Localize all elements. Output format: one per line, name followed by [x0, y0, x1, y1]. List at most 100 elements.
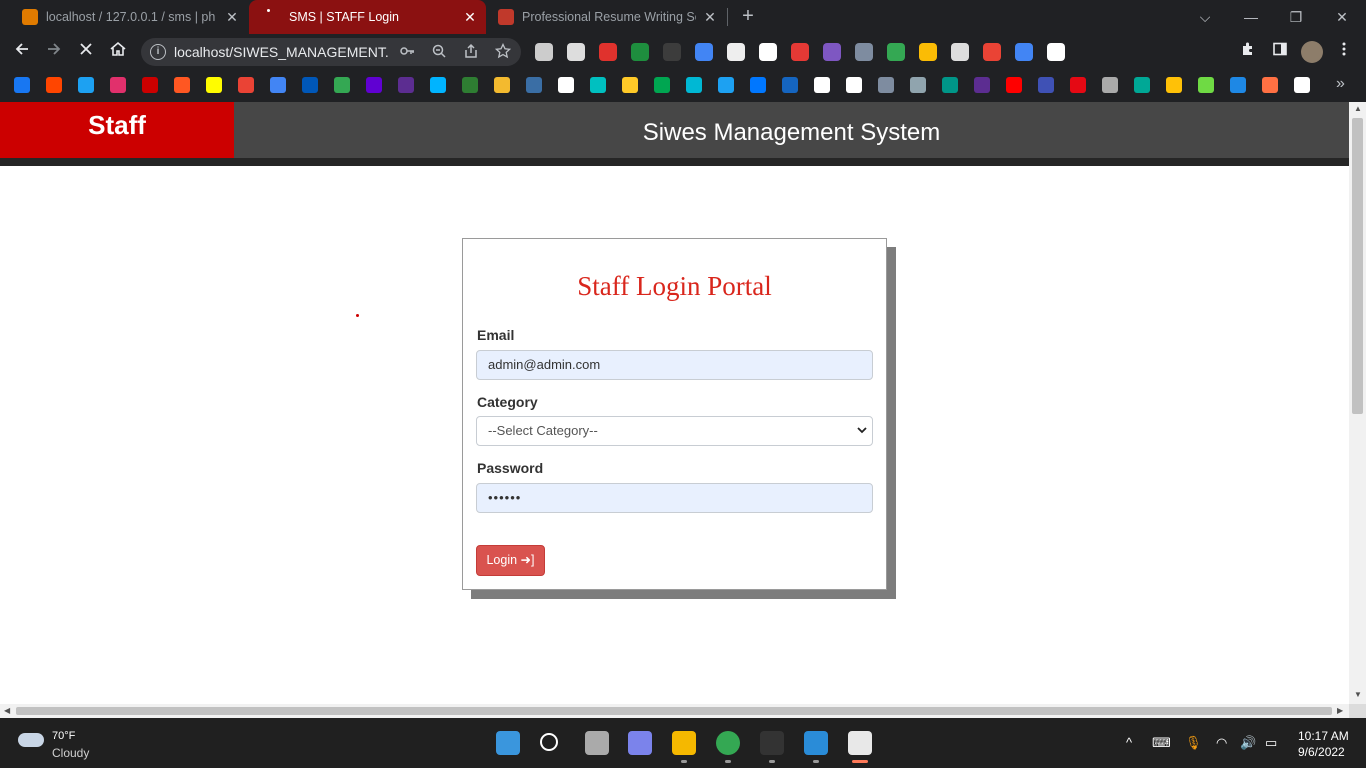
windows-start-icon[interactable] — [496, 731, 520, 755]
extensions-puzzle-icon[interactable] — [1236, 40, 1260, 64]
bookmark-favicon-icon[interactable] — [1070, 77, 1086, 93]
extension-icon[interactable] — [983, 43, 1001, 61]
bookmark-favicon-icon[interactable] — [1198, 77, 1214, 93]
keyboard-icon[interactable]: ⌨ — [1152, 735, 1171, 751]
share-icon[interactable] — [462, 43, 480, 61]
bookmark-favicon-icon[interactable] — [526, 77, 542, 93]
bookmark-favicon-icon[interactable] — [814, 77, 830, 93]
bookmark-favicon-icon[interactable] — [910, 77, 926, 93]
address-bar[interactable]: i localhost/SIWES_MANAGEMENT... — [141, 38, 521, 66]
email-field[interactable]: admin@admin.com — [476, 350, 873, 380]
bookmark-favicon-icon[interactable] — [718, 77, 734, 93]
clock-time[interactable]: 10:17 AM — [1298, 729, 1349, 743]
extension-icon[interactable] — [919, 43, 937, 61]
battery-icon[interactable]: ▭ — [1265, 735, 1277, 751]
terminal-icon[interactable] — [760, 731, 784, 755]
horizontal-scroll-thumb[interactable] — [16, 707, 1332, 715]
bookmark-favicon-icon[interactable] — [206, 77, 222, 93]
bookmark-favicon-icon[interactable] — [558, 77, 574, 93]
bookmark-favicon-icon[interactable] — [654, 77, 670, 93]
close-window-icon[interactable]: ✕ — [1331, 6, 1353, 28]
profile-avatar[interactable] — [1300, 40, 1324, 64]
extension-icon[interactable] — [759, 43, 777, 61]
extension-icon[interactable] — [855, 43, 873, 61]
bookmark-favicon-icon[interactable] — [494, 77, 510, 93]
bookmark-favicon-icon[interactable] — [142, 77, 158, 93]
bookmark-favicon-icon[interactable] — [750, 77, 766, 93]
close-tab-icon[interactable]: ✕ — [462, 9, 478, 25]
bookmark-favicon-icon[interactable] — [78, 77, 94, 93]
vertical-scrollbar[interactable]: ▲ ▼ — [1349, 102, 1366, 704]
bookmark-favicon-icon[interactable] — [302, 77, 318, 93]
bookmark-favicon-icon[interactable] — [430, 77, 446, 93]
address-url[interactable]: localhost/SIWES_MANAGEMENT... — [174, 44, 389, 60]
extension-icon[interactable] — [727, 43, 745, 61]
bookmark-favicon-icon[interactable] — [238, 77, 254, 93]
bookmark-favicon-icon[interactable] — [46, 77, 62, 93]
new-tab-button[interactable]: + — [738, 6, 758, 27]
bookmark-favicon-icon[interactable] — [334, 77, 350, 93]
category-select[interactable]: --Select Category-- — [476, 416, 873, 446]
bookmark-favicon-icon[interactable] — [782, 77, 798, 93]
scroll-left-icon[interactable]: ◀ — [4, 706, 10, 715]
extension-icon[interactable] — [887, 43, 905, 61]
extension-icon[interactable] — [631, 43, 649, 61]
bookmark-favicon-icon[interactable] — [878, 77, 894, 93]
bookmark-favicon-icon[interactable] — [942, 77, 958, 93]
bookmark-favicon-icon[interactable] — [846, 77, 862, 93]
tray-chevron-icon[interactable]: ^ — [1126, 735, 1132, 750]
bookmarks-overflow-icon[interactable]: » — [1336, 75, 1345, 93]
back-icon[interactable] — [10, 40, 34, 64]
bookmark-favicon-icon[interactable] — [110, 77, 126, 93]
home-icon[interactable] — [106, 40, 130, 64]
file-explorer-icon[interactable] — [672, 731, 696, 755]
vertical-scroll-thumb[interactable] — [1352, 118, 1363, 414]
search-icon[interactable] — [540, 733, 558, 751]
browser-menu-icon[interactable] — [1332, 40, 1356, 64]
bookmark-favicon-icon[interactable] — [974, 77, 990, 93]
bookmark-favicon-icon[interactable] — [398, 77, 414, 93]
login-button[interactable]: Login ➜] — [476, 545, 545, 576]
bookmark-favicon-icon[interactable] — [366, 77, 382, 93]
teams-chat-icon[interactable] — [628, 731, 652, 755]
microphone-icon[interactable]: 🎙 — [1185, 735, 1202, 751]
bookmark-favicon-icon[interactable] — [590, 77, 606, 93]
extension-icon[interactable] — [951, 43, 969, 61]
bookmark-favicon-icon[interactable] — [462, 77, 478, 93]
horizontal-scrollbar[interactable]: ◀ ▶ — [0, 704, 1349, 718]
restore-icon[interactable]: ❐ — [1285, 6, 1307, 28]
bookmark-favicon-icon[interactable] — [1006, 77, 1022, 93]
bookmark-favicon-icon[interactable] — [1262, 77, 1278, 93]
stop-loading-icon[interactable] — [74, 40, 98, 64]
key-icon[interactable] — [398, 43, 416, 61]
site-info-icon[interactable]: i — [150, 44, 166, 60]
extension-icon[interactable] — [695, 43, 713, 61]
wifi-icon[interactable]: ◠ — [1216, 735, 1227, 751]
task-view-icon[interactable] — [585, 731, 609, 755]
snipping-tool-icon[interactable] — [848, 731, 872, 755]
extension-icon[interactable] — [663, 43, 681, 61]
password-field[interactable]: •••••• — [476, 483, 873, 513]
bookmark-favicon-icon[interactable] — [1102, 77, 1118, 93]
scroll-right-icon[interactable]: ▶ — [1337, 706, 1343, 715]
scroll-down-icon[interactable]: ▼ — [1354, 690, 1362, 699]
bookmark-favicon-icon[interactable] — [686, 77, 702, 93]
extension-icon[interactable] — [1047, 43, 1065, 61]
bookmark-favicon-icon[interactable] — [1294, 77, 1310, 93]
side-panel-icon[interactable] — [1268, 40, 1292, 64]
extension-icon[interactable] — [791, 43, 809, 61]
extension-icon[interactable] — [599, 43, 617, 61]
extension-icon[interactable] — [535, 43, 553, 61]
bookmark-favicon-icon[interactable] — [1038, 77, 1054, 93]
minimize-icon[interactable]: — — [1240, 6, 1262, 28]
volume-icon[interactable]: 🔊 — [1240, 735, 1256, 751]
bookmark-favicon-icon[interactable] — [1134, 77, 1150, 93]
tab-staff-login[interactable]: SMS | STAFF Login ✕ — [249, 0, 486, 34]
bookmark-star-icon[interactable] — [494, 42, 512, 61]
close-tab-icon[interactable]: ✕ — [224, 9, 240, 25]
bookmark-favicon-icon[interactable] — [270, 77, 286, 93]
tab-search-icon[interactable]: ⌵ — [1194, 6, 1216, 28]
bookmark-favicon-icon[interactable] — [622, 77, 638, 93]
zoom-icon[interactable] — [430, 43, 448, 61]
forward-icon[interactable] — [42, 40, 66, 64]
